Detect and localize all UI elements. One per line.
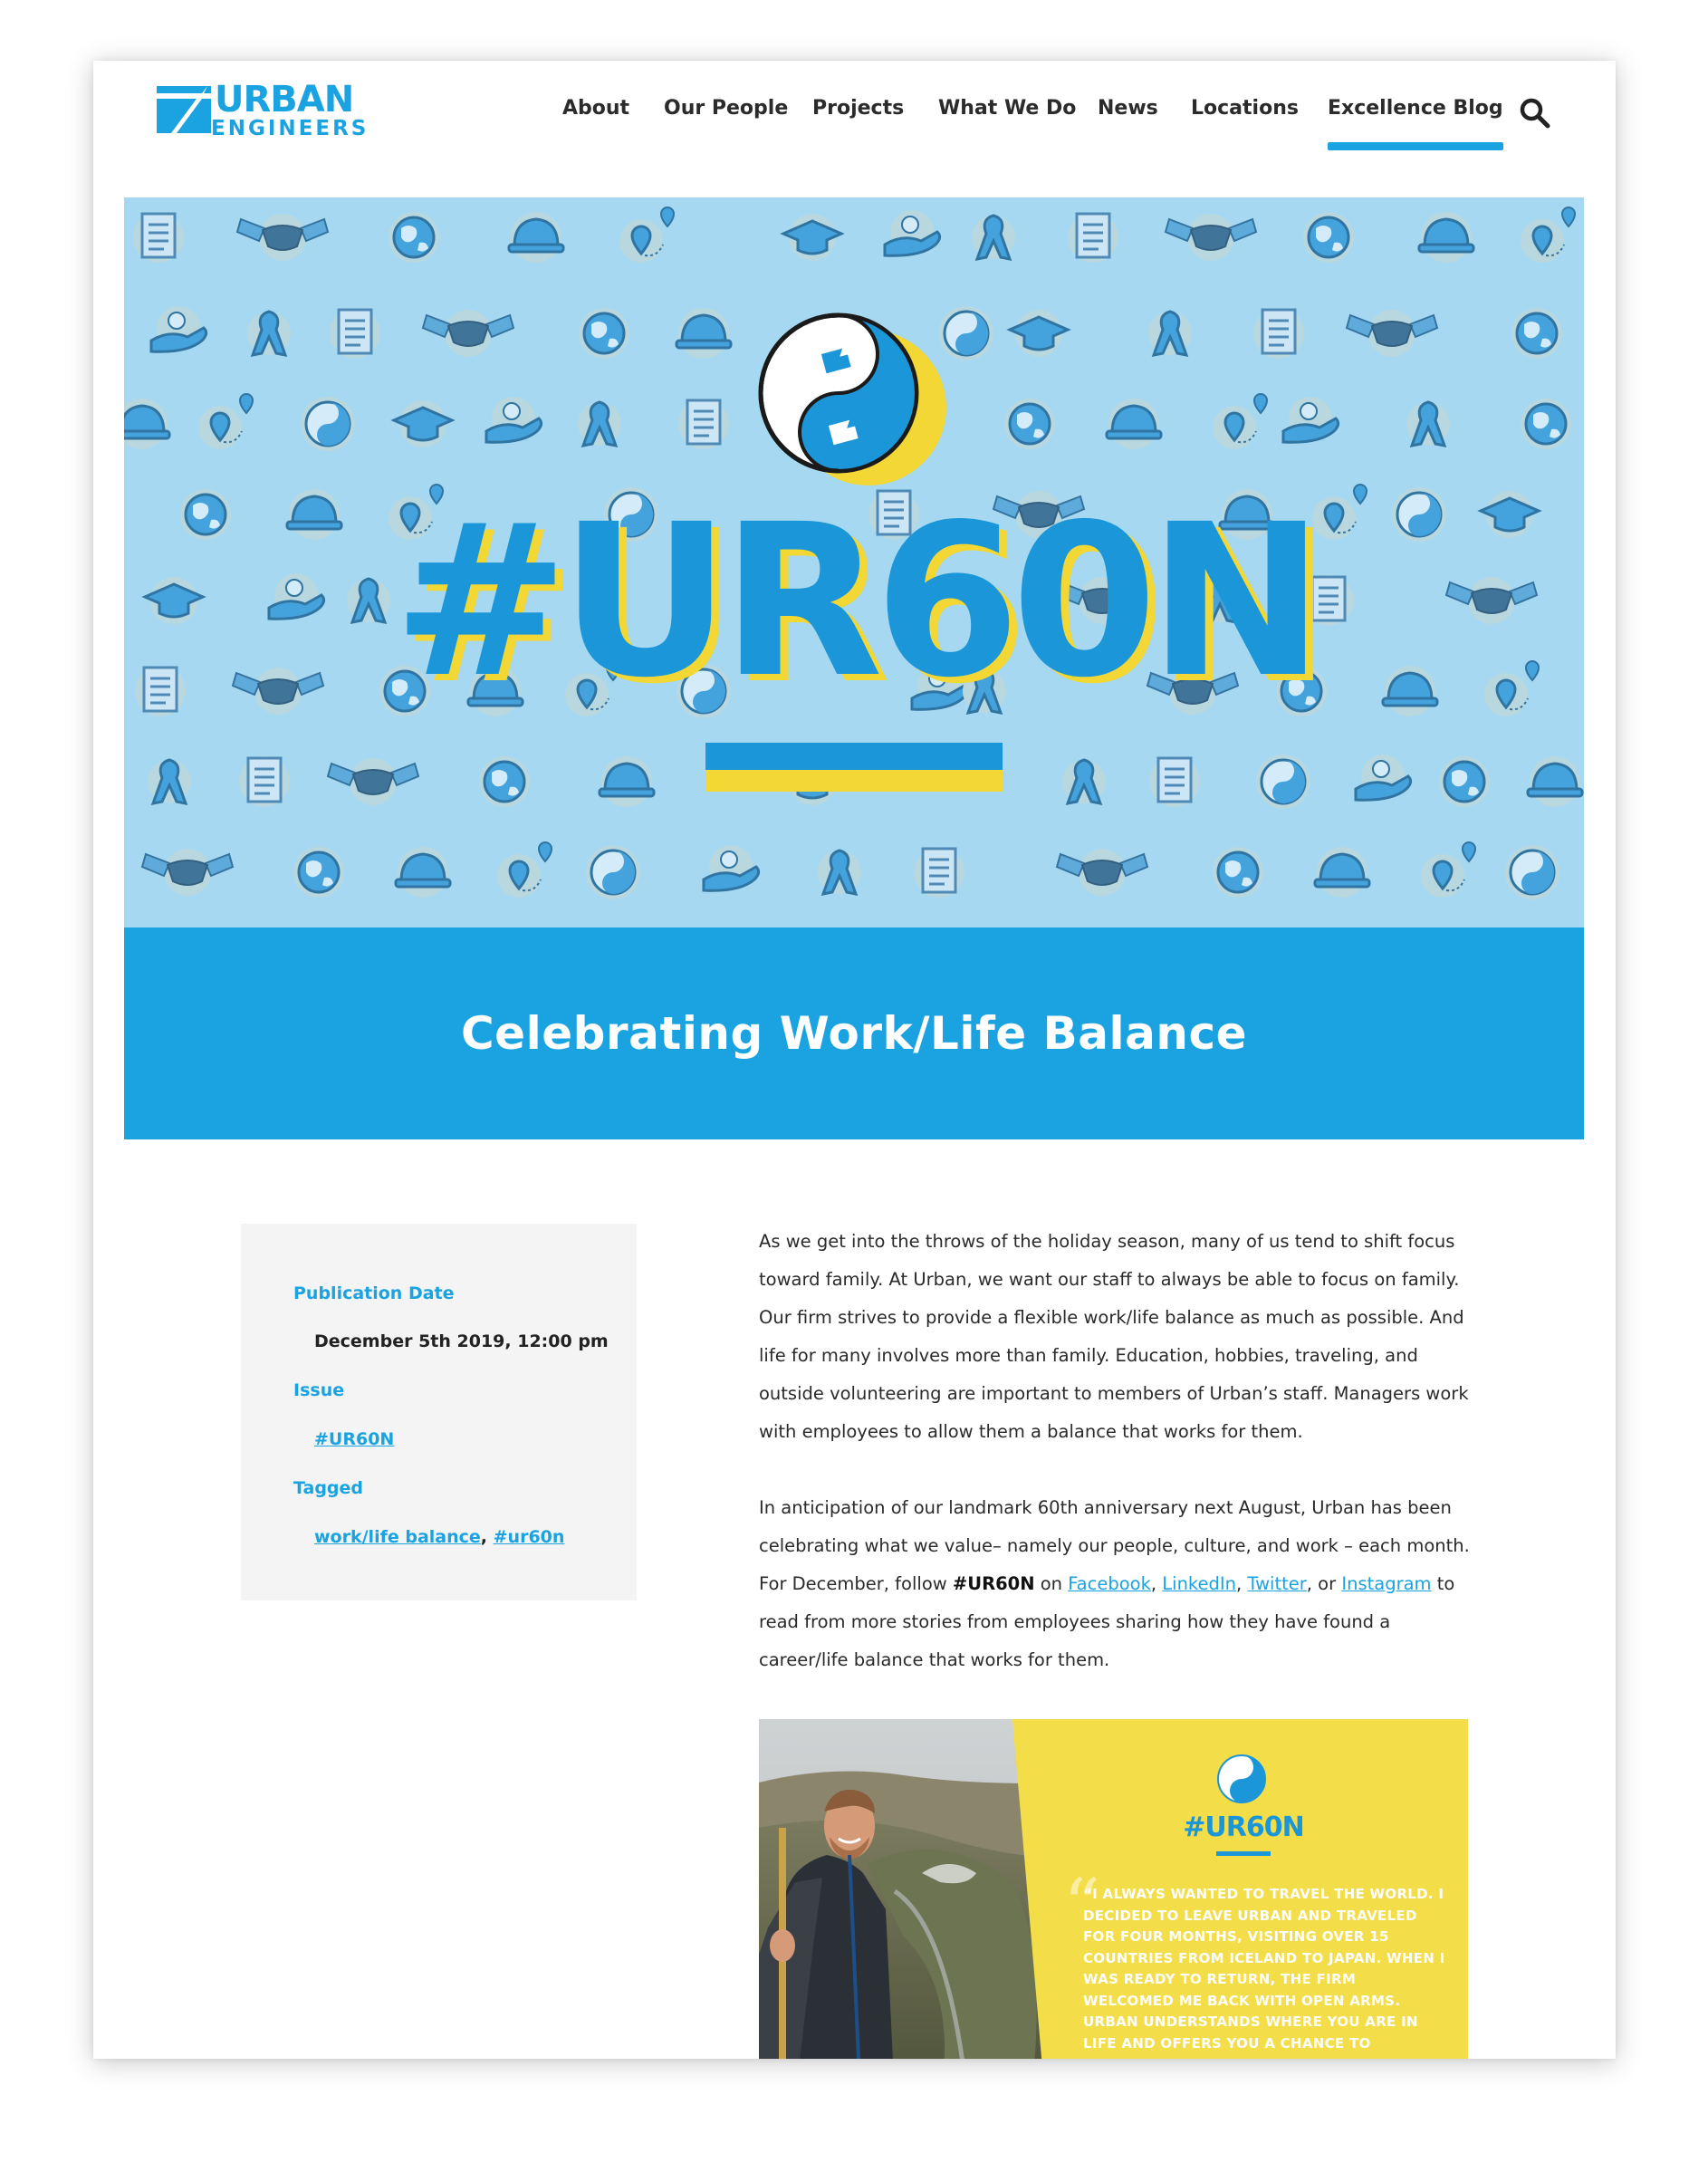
hero-banner: #UR60N — [124, 197, 1584, 927]
tag-link-ur60n[interactable]: #ur60n — [494, 1527, 565, 1547]
nav-item-our-people[interactable]: Our People — [664, 97, 788, 120]
article-paragraph-1: As we get into the throws of the holiday… — [759, 1231, 1469, 1442]
feature-hashtag: #UR60N — [1183, 1812, 1304, 1843]
article-title-band: Celebrating Work/Life Balance — [124, 927, 1584, 1139]
nav-item-news[interactable]: News — [1098, 97, 1158, 120]
page-card: URBAN ENGINEERS About Our People Project… — [93, 61, 1616, 2059]
hero-hashtag: #UR60N — [392, 479, 1324, 724]
instagram-link[interactable]: Instagram — [1341, 1573, 1431, 1594]
article-meta-box: Publication Date December 5th 2019, 12:0… — [241, 1224, 637, 1600]
tag-separator: , — [480, 1527, 487, 1547]
issue-value: #UR60N — [314, 1429, 394, 1449]
publication-date-value: December 5th 2019, 12:00 pm — [314, 1331, 609, 1351]
nav-item-excellence-blog[interactable]: Excellence Blog — [1328, 97, 1503, 150]
nav-item-what-we-do[interactable]: What We Do — [938, 97, 1076, 120]
nav-item-locations[interactable]: Locations — [1191, 97, 1299, 120]
hero-underline-blue — [705, 743, 1003, 770]
paragraph-2-hashtag: #UR60N — [952, 1573, 1035, 1594]
nav-item-projects[interactable]: Projects — [812, 97, 904, 120]
hero-underline-yellow — [705, 770, 1003, 792]
separator-3: , or — [1306, 1573, 1342, 1594]
article-paragraph-2: In anticipation of our landmark 60th ann… — [759, 1489, 1470, 1679]
search-icon[interactable] — [1519, 97, 1551, 130]
feature-quote-image: #UR60N “ “I always wanted to travel the … — [759, 1719, 1468, 2059]
separator-1: , — [1150, 1573, 1163, 1594]
tag-list: work/life balance, #ur60n — [314, 1527, 564, 1547]
article-body: As we get into the throws of the holiday… — [759, 1223, 1470, 1717]
separator-2: , — [1236, 1573, 1248, 1594]
hero-hashtag-wrap: #UR60N — [124, 496, 1584, 706]
feature-quote-text: “I always wanted to travel the world. I … — [1083, 1886, 1445, 2059]
issue-link[interactable]: #UR60N — [314, 1429, 394, 1449]
nav-item-about[interactable]: About — [562, 97, 629, 120]
paragraph-2-text-b: on — [1034, 1573, 1069, 1594]
publication-date-label: Publication Date — [293, 1283, 455, 1303]
issue-label: Issue — [293, 1380, 345, 1400]
tagged-label: Tagged — [293, 1478, 364, 1498]
main-nav: About Our People Projects What We Do New… — [93, 97, 1616, 151]
feature-hashtag-underline — [1216, 1851, 1271, 1856]
twitter-link[interactable]: Twitter — [1247, 1573, 1306, 1594]
feature-yin-yang-icon — [1217, 1754, 1266, 1803]
article-title: Celebrating Work/Life Balance — [460, 1007, 1247, 1060]
linkedin-link[interactable]: LinkedIn — [1162, 1573, 1236, 1594]
tag-link-work-life-balance[interactable]: work/life balance — [314, 1527, 481, 1547]
facebook-link[interactable]: Facebook — [1068, 1573, 1151, 1594]
yin-yang-logo-icon — [758, 312, 946, 485]
